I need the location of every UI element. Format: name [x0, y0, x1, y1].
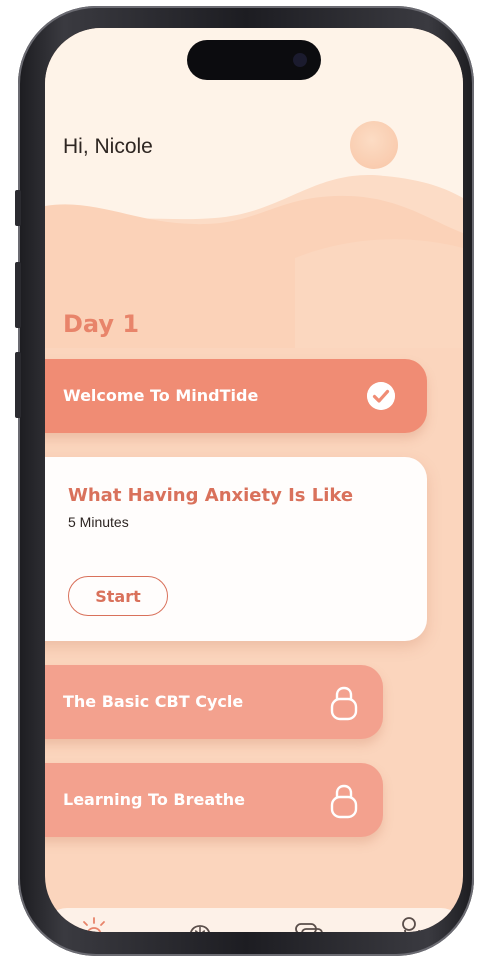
sun-illustration — [350, 121, 398, 169]
sun-icon[interactable] — [79, 914, 109, 932]
dynamic-island — [187, 40, 321, 80]
start-button[interactable]: Start — [68, 576, 168, 616]
volume-down-button — [15, 352, 21, 418]
volume-up-button — [15, 262, 21, 328]
lesson-title: The Basic CBT Cycle — [63, 692, 244, 711]
lesson-title: Welcome To MindTide — [63, 386, 259, 405]
lesson-card-breathe[interactable]: Learning To Breathe — [45, 763, 383, 837]
bottom-tab-bar — [45, 908, 463, 932]
lesson-title: Learning To Breathe — [63, 790, 245, 809]
lock-icon — [330, 686, 358, 721]
lesson-card-cbt-cycle[interactable]: The Basic CBT Cycle — [45, 665, 383, 739]
lock-icon — [330, 784, 358, 819]
lesson-duration: 5 Minutes — [68, 514, 129, 530]
greeting-text: Hi, Nicole — [63, 135, 153, 158]
lesson-card-welcome[interactable]: Welcome To MindTide — [45, 359, 427, 433]
action-button — [15, 190, 21, 226]
camera-icon — [293, 53, 307, 67]
profile-icon[interactable] — [395, 914, 425, 932]
check-circle-icon — [367, 382, 395, 410]
lesson-title: What Having Anxiety Is Like — [68, 485, 354, 506]
app-screen: Hi, Nicole Day 1 Welcome To MindTide Wha… — [45, 28, 463, 932]
brain-icon[interactable] — [185, 914, 215, 932]
chat-icon[interactable] — [293, 914, 323, 932]
current-lesson-card: What Having Anxiety Is Like 5 Minutes St… — [45, 457, 427, 641]
day-label: Day 1 — [63, 310, 140, 338]
